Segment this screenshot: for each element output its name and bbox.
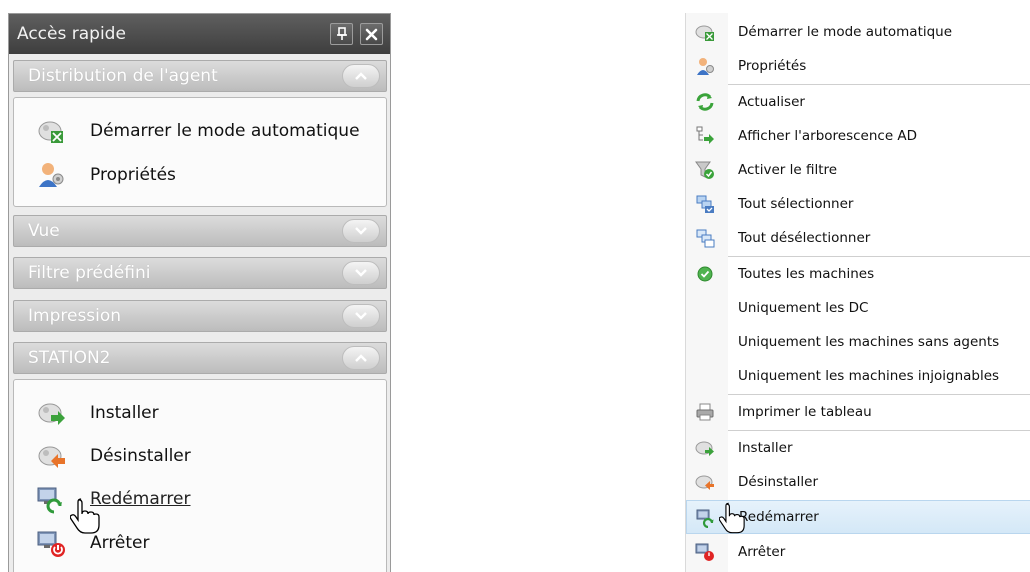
context-menu: Démarrer le mode automatique Propriétés … [685, 13, 1030, 572]
restart-icon [36, 484, 66, 514]
menu-item-install[interactable]: Installer [686, 431, 1030, 465]
menu-item-properties[interactable]: Propriétés [686, 49, 1030, 83]
menu-item-label: Uniquement les DC [738, 300, 869, 316]
chevron-down-icon[interactable] [342, 261, 380, 285]
menu-item-label: Imprimer le tableau [738, 404, 872, 420]
chevron-down-icon[interactable] [342, 219, 380, 243]
shutdown-icon [695, 542, 715, 562]
quick-item-label: Propriétés [90, 165, 176, 185]
quick-item-label: Redémarrer [90, 489, 191, 509]
printer-icon [695, 402, 715, 422]
filter-icon [695, 160, 715, 180]
menu-item-label: Propriétés [738, 58, 807, 74]
group-header-printing[interactable]: Impression [13, 300, 387, 332]
quick-item-restart[interactable]: Redémarrer [36, 479, 191, 519]
quick-item-label: Démarrer le mode automatique [90, 121, 360, 141]
select-all-icon [695, 194, 715, 214]
ad-tree-icon [695, 126, 715, 146]
auto-mode-icon [695, 22, 715, 42]
quick-item-shutdown[interactable]: Arrêter [36, 523, 150, 563]
deselect-all-icon [695, 228, 715, 248]
quick-access-title: Accès rapide [17, 24, 126, 44]
check-icon [695, 264, 715, 284]
group-header-station2[interactable]: STATION2 [13, 342, 387, 374]
menu-item-start-auto-mode[interactable]: Démarrer le mode automatique [686, 15, 1030, 49]
menu-item-label: Actualiser [738, 94, 805, 110]
quick-item-install[interactable]: Installer [36, 393, 159, 433]
quick-item-label: Arrêter [90, 533, 150, 553]
quick-item-label: Installer [90, 403, 159, 423]
menu-item-uninstall[interactable]: Désinstaller [686, 465, 1030, 499]
chevron-up-icon[interactable] [342, 346, 380, 370]
refresh-icon [695, 92, 715, 112]
menu-item-shutdown[interactable]: Arrêter [686, 535, 1030, 569]
menu-item-enable-filter[interactable]: Activer le filtre [686, 153, 1030, 187]
menu-item-label: Démarrer le mode automatique [738, 24, 953, 40]
group-header-label: Vue [28, 221, 60, 241]
group-header-label: Distribution de l'agent [28, 66, 218, 86]
menu-item-label: Afficher l'arborescence AD [738, 128, 918, 144]
menu-item-label: Uniquement les machines sans agents [738, 334, 1000, 350]
menu-item-only-without-agents[interactable]: Uniquement les machines sans agents [686, 325, 1030, 359]
menu-item-restart[interactable]: Redémarrer [686, 500, 1030, 534]
group-body-station2: Installer Désinstaller Redémarrer Arrête… [13, 379, 387, 572]
menu-item-show-ad-tree[interactable]: Afficher l'arborescence AD [686, 119, 1030, 153]
restart-icon [696, 508, 716, 528]
menu-item-refresh[interactable]: Actualiser [686, 85, 1030, 119]
menu-item-deselect-all[interactable]: Tout désélectionner [686, 221, 1030, 255]
properties-icon [36, 160, 66, 190]
pin-button[interactable] [330, 23, 353, 45]
quick-item-properties[interactable]: Propriétés [36, 155, 176, 195]
auto-mode-icon [36, 116, 66, 146]
close-button[interactable] [360, 23, 383, 45]
menu-item-all-machines[interactable]: Toutes les machines [686, 257, 1030, 291]
menu-item-label: Redémarrer [739, 509, 819, 525]
menu-item-only-dc[interactable]: Uniquement les DC [686, 291, 1030, 325]
group-body-agent-distribution: Démarrer le mode automatique Propriétés [13, 97, 387, 207]
menu-item-only-unreachable[interactable]: Uniquement les machines injoignables [686, 359, 1030, 393]
shutdown-icon [36, 528, 66, 558]
quick-item-uninstall[interactable]: Désinstaller [36, 436, 191, 476]
menu-item-label: Désinstaller [738, 474, 818, 490]
group-header-agent-distribution[interactable]: Distribution de l'agent [13, 60, 387, 92]
close-icon [365, 28, 378, 41]
group-header-label: STATION2 [28, 348, 111, 368]
menu-item-label: Tout désélectionner [738, 230, 871, 246]
chevron-down-icon[interactable] [342, 304, 380, 328]
menu-item-select-all[interactable]: Tout sélectionner [686, 187, 1030, 221]
menu-item-label: Activer le filtre [738, 162, 838, 178]
group-header-predefined-filter[interactable]: Filtre prédéfini [13, 257, 387, 289]
properties-icon [695, 56, 715, 76]
menu-item-label: Arrêter [738, 544, 786, 560]
group-header-view[interactable]: Vue [13, 215, 387, 247]
install-icon [36, 398, 66, 428]
pin-icon [336, 27, 348, 41]
quick-item-label: Désinstaller [90, 446, 191, 466]
group-header-label: Impression [28, 306, 122, 326]
quick-item-start-auto-mode[interactable]: Démarrer le mode automatique [36, 111, 360, 151]
menu-item-label: Toutes les machines [738, 266, 875, 282]
menu-item-label: Tout sélectionner [738, 196, 854, 212]
menu-item-print-table[interactable]: Imprimer le tableau [686, 395, 1030, 429]
chevron-up-icon[interactable] [342, 64, 380, 88]
menu-item-label: Installer [738, 440, 793, 456]
group-header-label: Filtre prédéfini [28, 263, 151, 283]
uninstall-icon [695, 472, 715, 492]
uninstall-icon [36, 441, 66, 471]
menu-item-label: Uniquement les machines injoignables [738, 368, 1000, 384]
quick-access-panel: Accès rapide Distribution de l'agent Dém… [8, 13, 391, 572]
install-icon [695, 438, 715, 458]
